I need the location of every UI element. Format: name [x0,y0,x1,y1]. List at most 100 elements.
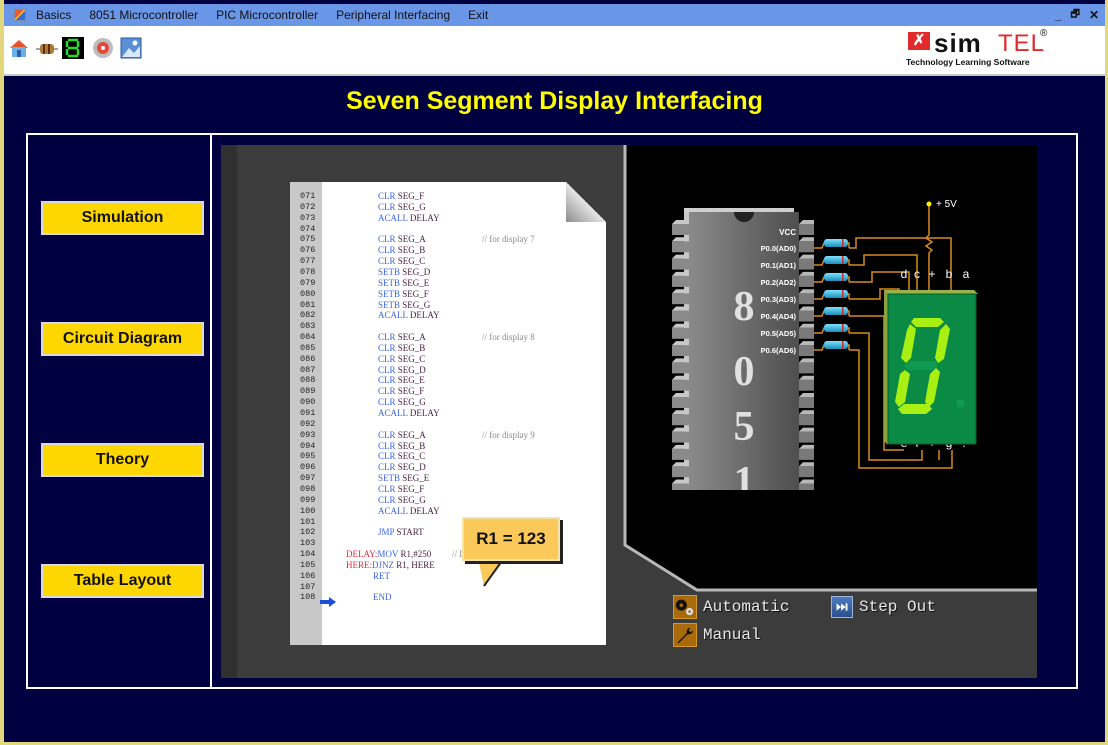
pin-label: P0.1(AD1) [761,261,797,270]
step-out-icon [831,596,853,618]
page-title: Seven Segment Display Interfacing [346,87,763,115]
logo-brand-sim: sim [934,28,982,58]
supply-label: + 5V [936,199,957,210]
app-window: Basics 8051 Microcontroller PIC Microcon… [4,0,1105,742]
chip-pin [799,444,814,460]
step-out-label: Step Out [859,598,936,616]
code-line: 108 END [290,591,606,603]
chip-label-5: 5 [734,404,755,450]
restore-button[interactable]: 🗗 [1071,7,1080,24]
minimize-button[interactable]: _ [1055,8,1062,22]
theory-button[interactable]: Theory [41,443,204,477]
display-pin-label: d [901,267,908,281]
display-pin-label: b [946,267,953,281]
resistor-icon [814,273,850,283]
display-top-pin-labels: d c + b a [901,267,970,281]
circuit-diagram-button[interactable]: Circuit Diagram [41,322,204,356]
resistor-icon [814,239,850,249]
chip-pin [799,237,814,253]
window-controls: _ 🗗 ✕ [1055,4,1099,26]
chip-pin [799,479,814,490]
segment-g [904,361,938,370]
segment-d [898,404,932,414]
chip-pin [672,427,689,443]
chip-pin [799,271,814,287]
logo-registered: ® [1040,28,1048,39]
chip-pin [799,341,814,357]
chip-pin [672,237,689,253]
menu-8051-microcontroller[interactable]: 8051 Microcontroller [89,8,198,22]
register-value-tooltip: R1 = 123 [462,517,560,561]
manual-button[interactable]: Manual [673,623,761,647]
chip-pin [672,254,689,270]
chip-pin [799,410,814,426]
logo-tagline: Technology Learning Software [906,57,1030,67]
program-counter-arrow-icon [320,597,336,607]
chip-pin [672,479,689,490]
chip-pin [799,375,814,391]
resistor-icon[interactable] [36,37,58,59]
pin-label: P0.3(AD3) [761,295,797,304]
display-pin-label: c [914,267,920,281]
chip-pin [672,341,689,357]
image-icon[interactable] [120,37,142,59]
display-pin-label: a [963,267,970,281]
logo-mark-icon: ✗ [908,32,930,50]
menu-exit[interactable]: Exit [468,8,488,22]
chip-pin [672,289,689,305]
segment-dp [957,400,964,407]
toolbar: ✗ sim TEL ® Technology Learning Software [4,26,1105,76]
chip-pin [799,220,814,235]
close-button[interactable]: ✕ [1089,8,1099,22]
resistors [814,239,850,351]
chip-pin [672,306,689,322]
resistor-icon [814,290,850,300]
chip-label-1: 1 [734,459,755,490]
table-layout-button[interactable]: Table Layout [41,564,204,598]
chip-pin [672,410,689,426]
resistor-icon [814,341,850,351]
line-number: 108 [300,592,316,603]
menu-pic-microcontroller[interactable]: PIC Microcontroller [216,8,318,22]
tooltip-tail [478,558,505,587]
chip-pin [799,427,814,443]
chip-pin [672,462,689,478]
pin-label: P0.0(AD0) [761,244,797,253]
code-text: END [373,592,394,603]
pin-label: P0.6(AD6) [761,346,797,355]
circuit-diagram: 8 0 5 1 VCC P0.0(AD0) P0.1(AD1) P0.2(AD2) P… [672,199,978,490]
chip-pin [672,393,689,408]
automatic-button[interactable]: Automatic [673,595,789,619]
app-icon [14,9,26,21]
resistor-icon [814,256,850,266]
chip-pin [672,271,689,287]
sidebar: Simulation Circuit Diagram Theory Table … [28,135,212,687]
stop-icon[interactable] [92,37,114,59]
seven-segment-icon[interactable] [62,37,84,59]
vcc-node [926,201,932,207]
chip-pin [672,358,689,374]
8051-chip: 8 0 5 1 VCC P0.0(AD0) P0.1(AD1) P0.2(AD2) P… [672,208,814,490]
chip-pin [799,462,814,478]
vcc-label: VCC [779,228,796,237]
chip-pin [799,306,814,322]
chip-pin [672,375,689,391]
resistor-icon [814,324,850,334]
resistor-icon [814,307,850,317]
step-out-button[interactable]: Step Out [831,596,936,618]
chip-pin [799,393,814,408]
home-icon[interactable] [8,37,30,59]
code-listing: 071 CLR SEG_F 072 CLR SEG_G 073 ACALL DELAY 07… [290,182,606,645]
menu-basics[interactable]: Basics [36,8,71,22]
seven-segment-display [884,290,978,445]
wrench-icon [673,623,697,647]
sim-area-shade [221,145,237,678]
menu-peripheral-interfacing[interactable]: Peripheral Interfacing [336,8,450,22]
simulation-button[interactable]: Simulation [41,201,204,235]
chip-pin [799,358,814,374]
chip-pins-left [672,220,689,490]
chip-pin [672,444,689,460]
gears-icon [673,595,697,619]
segment-a [911,318,944,327]
automatic-label: Automatic [703,598,790,616]
